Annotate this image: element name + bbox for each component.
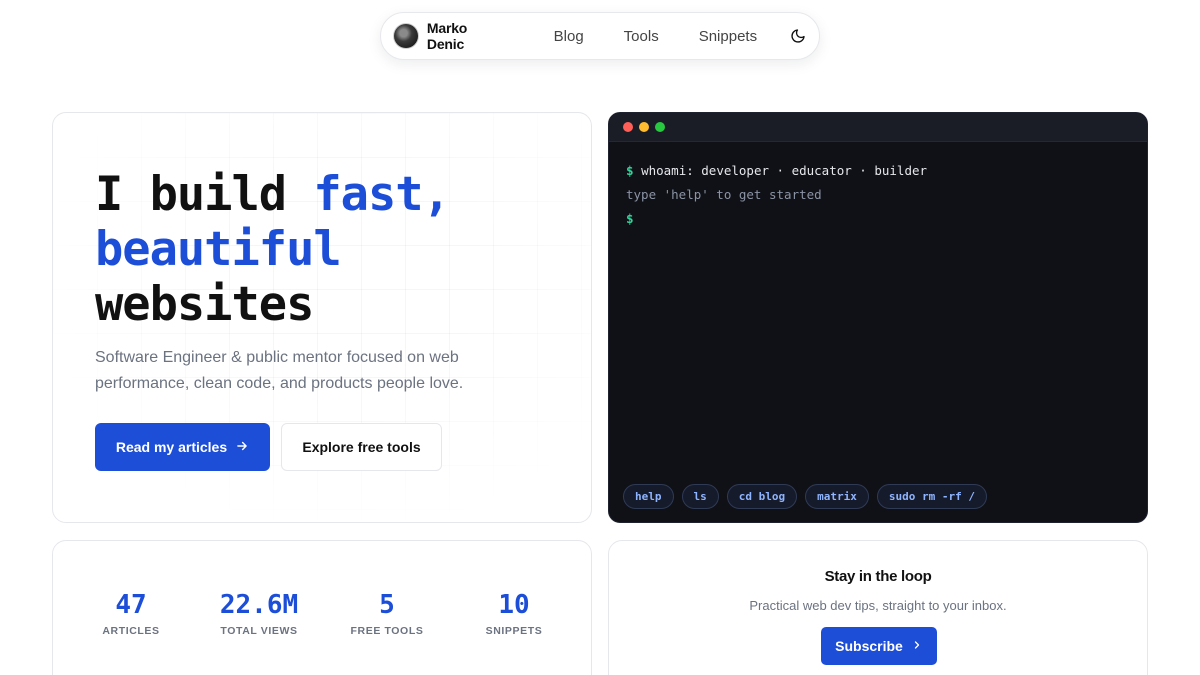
chip-sudo-rm[interactable]: sudo rm -rf /	[876, 484, 987, 509]
explore-tools-button[interactable]: Explore free tools	[281, 423, 442, 471]
newsletter-card: Stay in the loop Practical web dev tips,…	[608, 540, 1148, 675]
chip-matrix[interactable]: matrix	[805, 484, 869, 509]
nav-link-tools[interactable]: Tools	[624, 28, 659, 45]
terminal-titlebar	[609, 113, 1147, 142]
newsletter-description: Practical web dev tips, straight to your…	[749, 598, 1007, 613]
terminal-line-whoami: whoami: developer · educator · builder	[641, 163, 928, 178]
terminal-command-chips: help ls cd blog matrix sudo rm -rf /	[623, 484, 987, 509]
stat-snippets: 10 SNIPPETS	[449, 589, 579, 637]
maximize-dot-icon	[655, 122, 665, 132]
avatar[interactable]	[393, 23, 419, 49]
chip-help[interactable]: help	[623, 484, 674, 509]
chip-cd-blog[interactable]: cd blog	[726, 484, 798, 509]
hero-card: I build fast, beautiful websites Softwar…	[52, 112, 592, 523]
headline-accent-1: fast,	[313, 167, 450, 222]
headline-accent-2: beautiful	[95, 222, 342, 277]
headline-plain-3: websites	[95, 277, 314, 332]
stat-free-tools: 5 FREE TOOLS	[322, 589, 452, 637]
chip-ls[interactable]: ls	[681, 484, 719, 509]
terminal-output: $ whoami: developer · educator · builder…	[609, 142, 1147, 248]
terminal-line-help-hint: type 'help' to get started	[626, 187, 822, 202]
stats-card: 47 ARTICLES 22.6M TOTAL VIEWS 5 FREE TOO…	[52, 540, 592, 675]
hero-subtitle: Software Engineer & public mentor focuse…	[95, 349, 464, 392]
stat-value: 22.6M	[219, 590, 299, 620]
stat-total-views: 22.6M TOTAL VIEWS	[194, 589, 324, 637]
newsletter-title: Stay in the loop	[824, 568, 932, 585]
read-articles-label: Read my articles	[115, 439, 228, 455]
stat-value: 10	[498, 590, 530, 620]
terminal-window[interactable]: $ whoami: developer · educator · builder…	[608, 112, 1148, 523]
brand-name[interactable]: Marko Denic	[427, 20, 508, 52]
stat-value: 5	[379, 590, 395, 620]
stat-label: TOTAL VIEWS	[220, 625, 298, 637]
subscribe-button[interactable]: Subscribe	[821, 627, 937, 665]
nav-link-blog[interactable]: Blog	[554, 28, 584, 45]
read-articles-button[interactable]: Read my articles	[95, 423, 270, 471]
terminal-input-prompt[interactable]: $	[626, 211, 634, 226]
nav-link-snippets[interactable]: Snippets	[699, 28, 757, 45]
stat-label: SNIPPETS	[485, 625, 543, 637]
stat-value: 47	[115, 590, 147, 620]
minimize-dot-icon	[639, 122, 649, 132]
top-nav: Marko Denic Blog Tools Snippets	[380, 12, 820, 60]
stat-articles: 47 ARTICLES	[66, 589, 196, 637]
arrow-right-icon	[235, 439, 249, 456]
headline-plain-1: I build	[95, 167, 314, 222]
chevron-right-icon	[911, 638, 923, 654]
terminal-prompt: $	[626, 163, 634, 178]
moon-icon[interactable]	[789, 27, 807, 45]
explore-tools-label: Explore free tools	[302, 439, 421, 455]
stat-label: FREE TOOLS	[350, 625, 424, 637]
subscribe-label: Subscribe	[835, 638, 903, 654]
close-dot-icon	[623, 122, 633, 132]
stat-label: ARTICLES	[102, 625, 160, 637]
hero-headline: I build fast, beautiful websites	[95, 167, 451, 332]
